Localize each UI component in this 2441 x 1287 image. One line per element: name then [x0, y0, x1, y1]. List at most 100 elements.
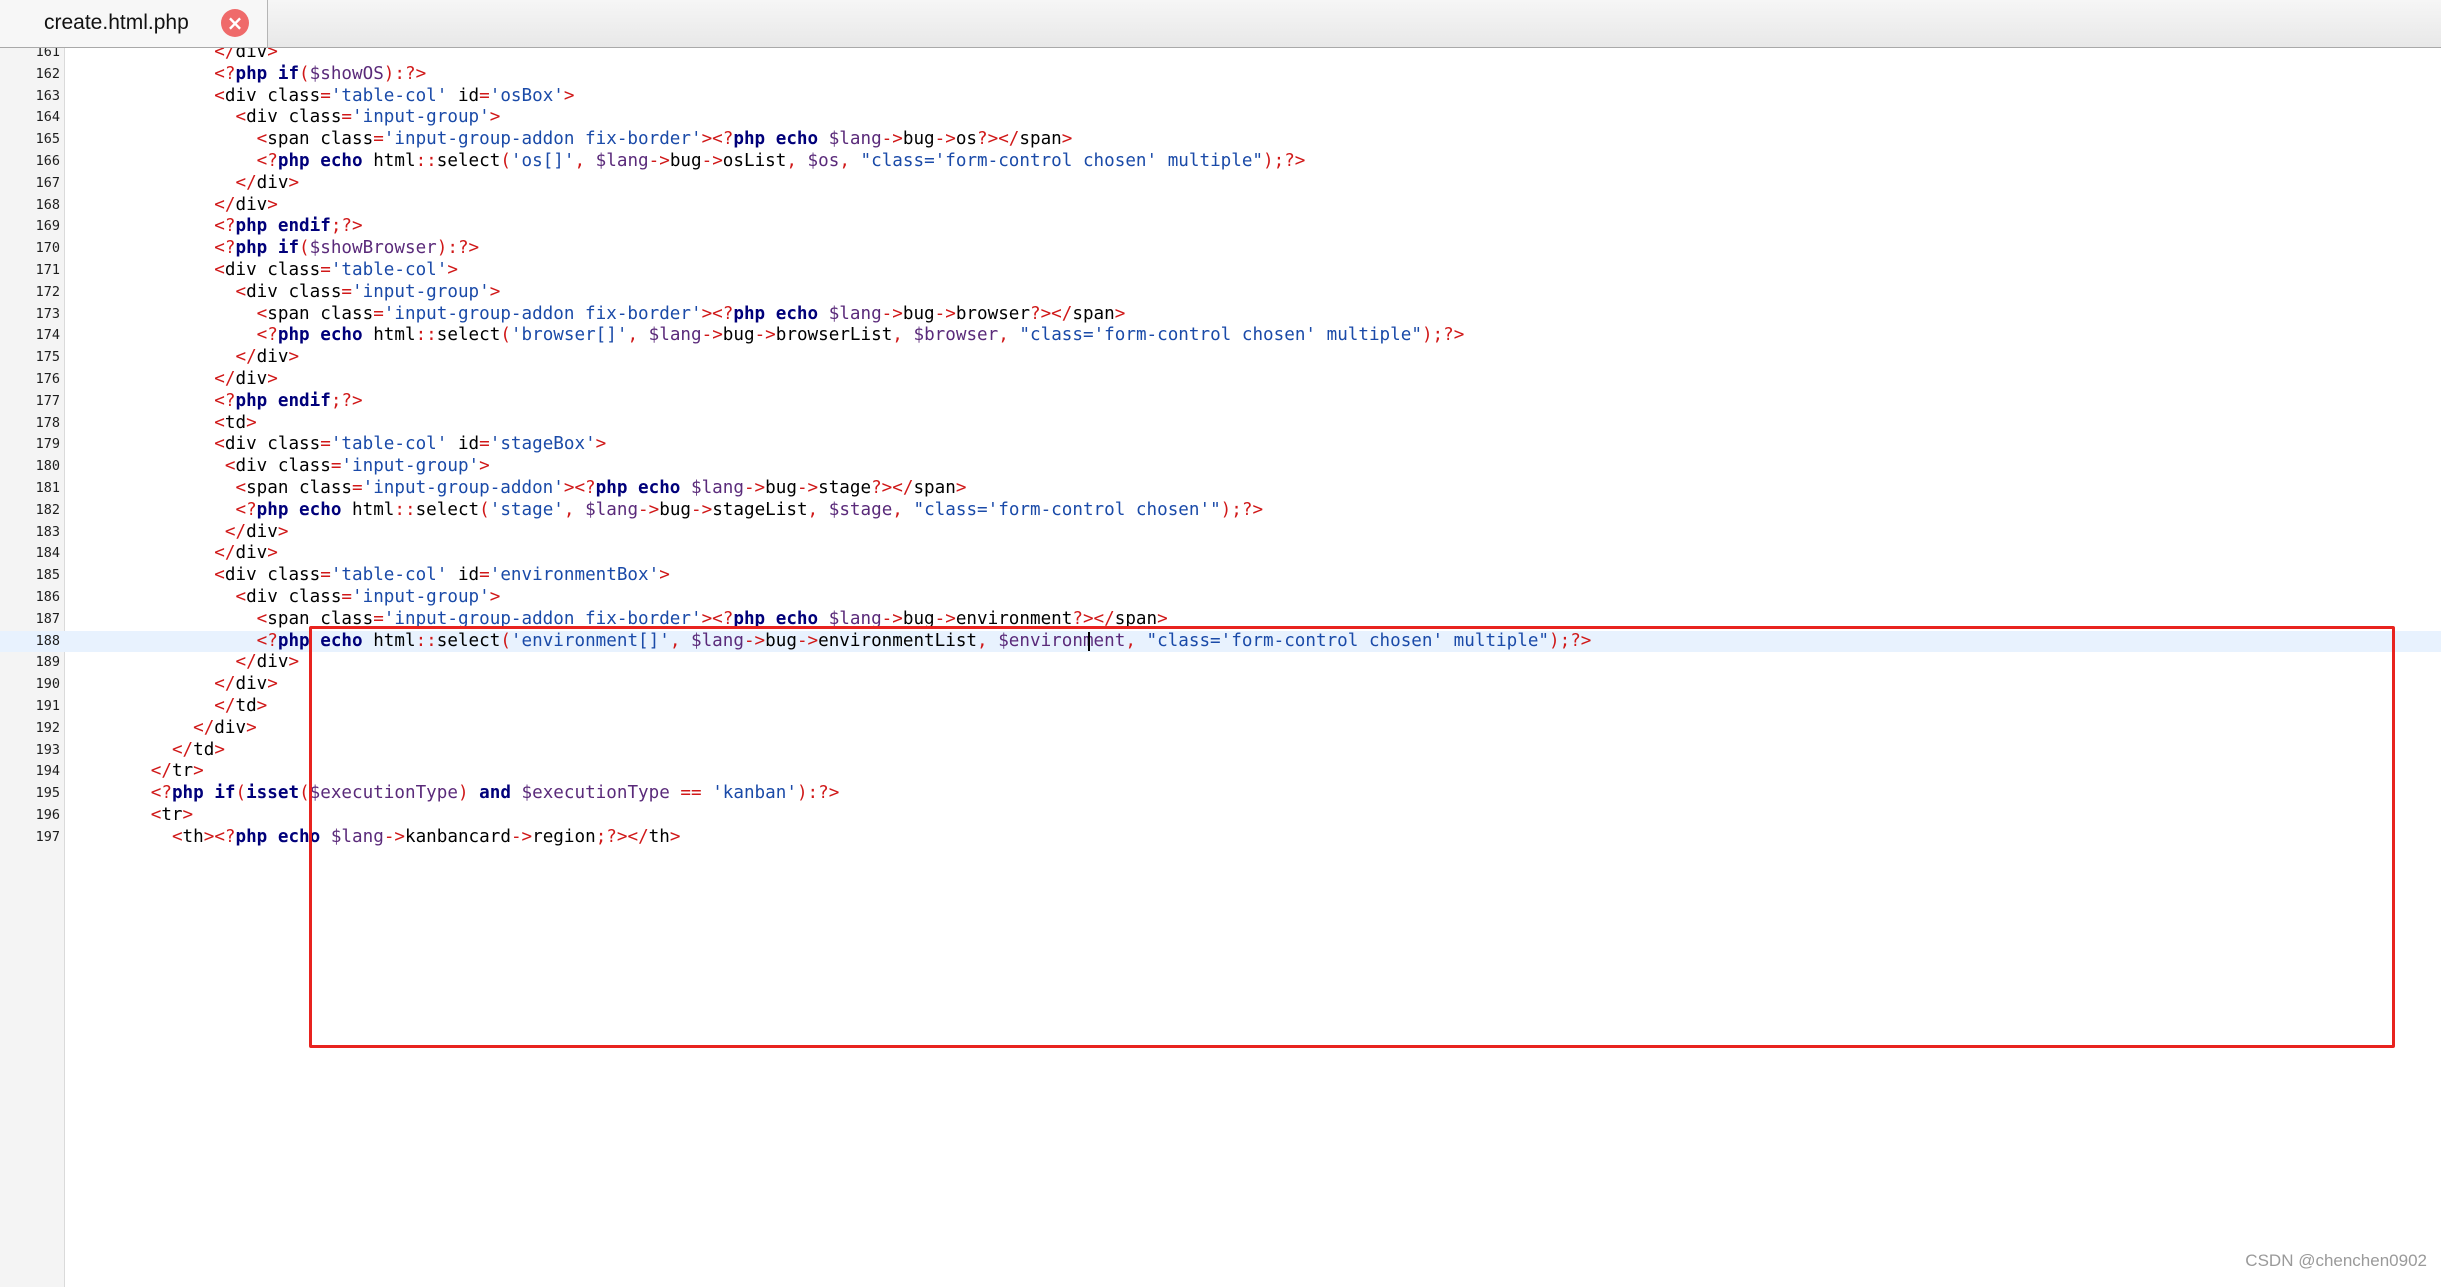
code-text: <span class='input-group-addon'><?php ec…: [235, 478, 967, 498]
line-number: 188: [35, 632, 60, 649]
code-text: </div>: [235, 172, 300, 193]
code-text: </tr>: [150, 761, 204, 782]
highlight-box: [309, 626, 2395, 1048]
code-line[interactable]: 183 </div>: [0, 522, 2441, 544]
line-number: 197: [35, 828, 60, 845]
code-line[interactable]: 162 <?php if($showOS):?>: [0, 64, 2441, 86]
code-line[interactable]: 167 </div>: [0, 173, 2441, 195]
line-number: 180: [35, 458, 60, 475]
code-text: <?php echo html::select('os[]', $lang->b…: [256, 151, 1306, 171]
line-number: 191: [35, 698, 60, 714]
code-line[interactable]: 177 <?php endif;?>: [0, 391, 2441, 413]
code-text: <?php if($showBrowser):?>: [214, 238, 480, 259]
code-text: </div>: [214, 194, 278, 215]
code-text: </div>: [224, 521, 289, 542]
line-number: 181: [35, 480, 60, 496]
line-number: 166: [35, 153, 60, 169]
code-text: <div class='table-col' id='stageBox'>: [214, 434, 607, 455]
code-line[interactable]: 182 <?php echo html::select('stage', $la…: [0, 500, 2441, 522]
line-number: 168: [35, 196, 60, 213]
code-text: <span class='input-group-addon fix-borde…: [256, 129, 1073, 150]
line-number: 182: [35, 501, 60, 518]
line-number: 186: [35, 589, 60, 605]
code-text: <div class='table-col'>: [214, 260, 458, 280]
code-line[interactable]: 166 <?php echo html::select('os[]', $lan…: [0, 151, 2441, 173]
code-text: <div class='input-group'>: [235, 281, 501, 302]
line-number: 183: [35, 523, 60, 540]
code-text: <?php endif;?>: [214, 390, 363, 411]
code-line[interactable]: 164 <div class='input-group'>: [0, 107, 2441, 129]
line-number: 192: [35, 719, 60, 736]
line-number: 184: [35, 545, 60, 562]
code-text: <?php echo html::select('stage', $lang->…: [235, 499, 1264, 520]
line-number: 171: [35, 262, 60, 278]
code-line[interactable]: 178 <td>: [0, 413, 2441, 435]
line-number: 163: [35, 87, 60, 104]
code-line[interactable]: 176 </div>: [0, 369, 2441, 391]
line-number: 190: [35, 676, 60, 693]
code-text: <?php echo html::select('browser[]', $la…: [256, 325, 1465, 346]
line-number: 164: [35, 109, 60, 126]
code-line[interactable]: 161 </div>: [0, 48, 2441, 64]
code-editor[interactable]: 161 </div> 162 <?php if($showOS):?> 163 <d…: [0, 48, 2441, 1287]
line-number: 195: [35, 785, 60, 802]
code-line[interactable]: 179 <div class='table-col' id='stageBox'…: [0, 434, 2441, 456]
code-line[interactable]: 181 <span class='input-group-addon'><?ph…: [0, 478, 2441, 500]
code-text: </div>: [235, 652, 300, 673]
code-text: <div class='input-group'>: [224, 456, 490, 477]
code-line[interactable]: 185 <div class='table-col' id='environme…: [0, 565, 2441, 587]
code-line[interactable]: 172 <div class='input-group'>: [0, 282, 2441, 304]
code-line[interactable]: 171 <div class='table-col'>: [0, 260, 2441, 282]
code-text: <div class='input-group'>: [235, 107, 501, 128]
line-number: 161: [35, 48, 60, 60]
code-text: <div class='input-group'>: [235, 587, 501, 607]
code-line[interactable]: 169 <?php endif;?>: [0, 216, 2441, 238]
code-text: <?php if($showOS):?>: [214, 63, 427, 84]
line-number: 179: [35, 436, 60, 453]
code-text: <div class='table-col' id='osBox'>: [214, 85, 575, 106]
code-text: </div>: [235, 347, 300, 368]
line-number: 196: [35, 807, 60, 823]
code-text: <span class='input-group-addon fix-borde…: [256, 303, 1126, 324]
file-tab[interactable]: create.html.php ×: [0, 0, 268, 47]
line-number: 176: [35, 371, 60, 387]
line-number: 189: [35, 654, 60, 671]
line-number: 174: [35, 327, 60, 344]
code-text: </div>: [214, 369, 278, 389]
line-number: 193: [35, 741, 60, 758]
code-text: <div class='table-col' id='environmentBo…: [214, 565, 670, 586]
line-number: 172: [35, 283, 60, 300]
line-number: 178: [35, 414, 60, 431]
line-number: 187: [35, 610, 60, 627]
line-number: 165: [35, 131, 60, 148]
code-text: </div>: [214, 543, 278, 564]
line-number: 170: [35, 240, 60, 257]
watermark: CSDN @chenchen0902: [2245, 1251, 2427, 1270]
tab-title: create.html.php: [44, 11, 189, 34]
code-text: </div>: [214, 674, 278, 695]
code-line[interactable]: 165 <span class='input-group-addon fix-b…: [0, 129, 2441, 151]
line-number: 169: [35, 218, 60, 235]
line-number: 167: [35, 174, 60, 191]
code-line[interactable]: 184 </div>: [0, 543, 2441, 565]
code-line[interactable]: 170 <?php if($showBrowser):?>: [0, 238, 2441, 260]
code-line[interactable]: 174 <?php echo html::select('browser[]',…: [0, 325, 2441, 347]
close-icon[interactable]: ×: [221, 9, 249, 37]
line-number: 177: [35, 392, 60, 409]
code-text: <?php endif;?>: [214, 216, 363, 237]
code-text: </div>: [214, 48, 278, 62]
code-line[interactable]: 180 <div class='input-group'>: [0, 456, 2441, 478]
line-number: 194: [35, 763, 60, 780]
code-line[interactable]: 175 </div>: [0, 347, 2441, 369]
code-line[interactable]: 173 <span class='input-group-addon fix-b…: [0, 304, 2441, 326]
code-text: <td>: [214, 412, 257, 433]
code-line[interactable]: 186 <div class='input-group'>: [0, 587, 2441, 609]
line-number: 175: [35, 349, 60, 366]
line-number: 185: [35, 567, 60, 584]
code-text: </td>: [171, 739, 225, 760]
tab-bar: create.html.php ×: [0, 0, 2441, 48]
code-line[interactable]: 163 <div class='table-col' id='osBox'>: [0, 86, 2441, 108]
code-text: </div>: [193, 717, 257, 738]
code-line[interactable]: 168 </div>: [0, 195, 2441, 217]
code-text: <tr>: [150, 805, 194, 825]
